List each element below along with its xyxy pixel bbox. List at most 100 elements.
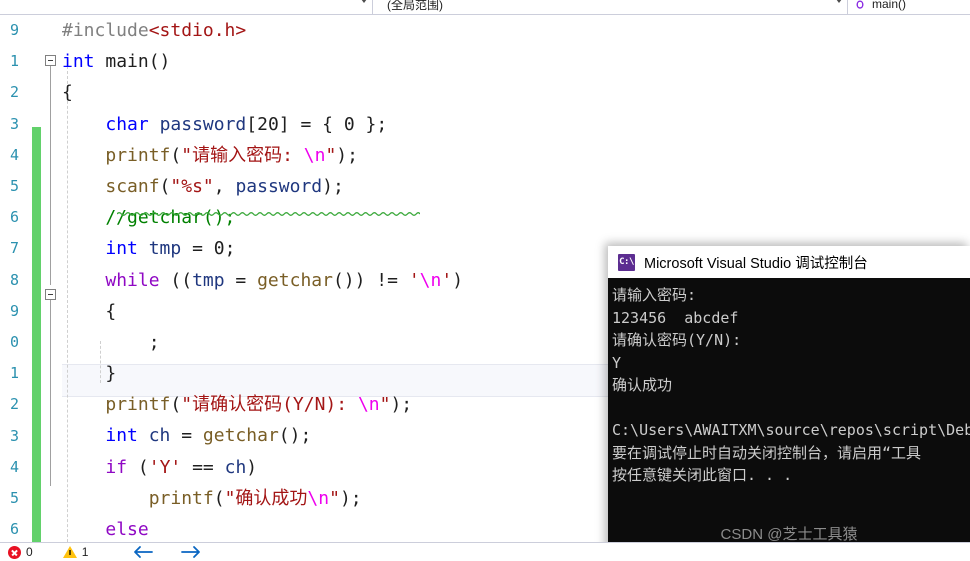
- line-number: 6: [9, 208, 19, 227]
- outline-rail-inner: [50, 296, 51, 486]
- outline-rail-outer: [50, 61, 51, 285]
- code-token: <stdio.h>: [148, 20, 247, 41]
- chevron-down-icon: [836, 0, 842, 3]
- arrow-right-icon[interactable]: [180, 545, 202, 559]
- console-title: Microsoft Visual Studio 调试控制台: [644, 255, 868, 272]
- console-output-line: 123456 abcdef: [612, 308, 739, 327]
- member-selector-label: main(): [872, 0, 907, 11]
- editor-navigation-bar: (全局范围) main(): [0, 0, 970, 15]
- code-token: "确认成功: [224, 487, 308, 509]
- line-number: 5: [9, 177, 19, 195]
- console-output-line: C:\Users\AWAITXM\source\repos\script\Deb…: [612, 421, 970, 439]
- code-token: 20: [257, 113, 279, 135]
- code-token: printf: [105, 144, 171, 166]
- code-token: ): [246, 456, 258, 478]
- code-line: scanf("%s", password);: [62, 171, 970, 202]
- code-token: int: [105, 425, 138, 447]
- code-token: (): [148, 51, 171, 73]
- code-token: tmp: [192, 269, 225, 291]
- code-token: getchar: [202, 425, 279, 447]
- code-token: while: [105, 269, 160, 291]
- code-token: 0: [343, 113, 355, 135]
- code-token: =: [181, 238, 214, 260]
- code-token: ": [325, 144, 337, 166]
- line-number: 1: [9, 364, 19, 383]
- code-token: ;: [224, 238, 236, 260]
- code-line: char password[20] = { 0 };: [62, 109, 970, 140]
- code-token: \n: [419, 269, 442, 291]
- code-token: ] = {: [278, 113, 344, 135]
- code-token: {: [62, 82, 73, 104]
- unsaved-change-indicator: [32, 127, 41, 542]
- line-number: 2: [9, 395, 19, 414]
- code-token: }: [62, 363, 117, 385]
- collapse-toggle-main[interactable]: [45, 55, 56, 66]
- console-icon-text: C:\: [619, 256, 634, 267]
- code-token: tmp: [148, 238, 182, 260]
- line-number: 0: [9, 333, 19, 351]
- line-number: 3: [9, 426, 19, 445]
- warning-count-item[interactable]: 1: [62, 543, 88, 561]
- code-token: ": [329, 487, 340, 509]
- code-token: {: [62, 300, 117, 322]
- code-token: ((: [159, 269, 193, 291]
- code-token: };: [354, 113, 388, 135]
- code-token: ==: [181, 456, 225, 478]
- console-title-bar: C:\ Microsoft Visual Studio 调试控制台: [608, 246, 970, 278]
- project-selector-dropdown[interactable]: [0, 0, 373, 14]
- status-bar: 0 1: [0, 542, 970, 561]
- code-token: #include: [62, 20, 149, 41]
- debug-console-window[interactable]: C:\ Microsoft Visual Studio 调试控制台 请输入密码:…: [608, 246, 970, 560]
- code-token: printf: [105, 394, 171, 416]
- chevron-down-icon: [361, 0, 367, 3]
- warning-triangle-icon: [62, 546, 77, 558]
- code-token: (: [127, 456, 149, 478]
- console-output-line: 确认成功: [612, 376, 673, 394]
- line-number: 9: [9, 21, 19, 39]
- console-output-line: 请确认密码(Y/N):: [612, 331, 742, 349]
- error-count-label: 0: [26, 545, 33, 559]
- method-icon: [854, 0, 866, 10]
- error-count-item[interactable]: 0: [8, 543, 33, 561]
- code-token: (: [159, 175, 171, 197]
- line-number: 1: [9, 52, 19, 71]
- code-line: #include<stdio.h>: [62, 15, 970, 46]
- line-number: 5: [9, 489, 19, 507]
- collapse-toggle-while[interactable]: [45, 289, 56, 300]
- code-line: //getchar();: [62, 202, 970, 233]
- line-number: 6: [9, 520, 19, 539]
- code-token: "请确认密码(Y/N):: [181, 394, 358, 416]
- code-token: ): [452, 269, 464, 291]
- code-token: 0: [213, 238, 225, 260]
- code-line: {: [62, 77, 970, 108]
- scope-selector-dropdown[interactable]: (全局范围): [373, 0, 848, 14]
- code-token: scanf: [105, 175, 160, 197]
- code-token: [: [246, 113, 258, 135]
- code-token: ()) !=: [332, 269, 409, 291]
- watermark-text: CSDN @芝士工具猿: [720, 526, 858, 543]
- member-selector-dropdown[interactable]: main(): [848, 0, 970, 14]
- arrow-left-icon[interactable]: [132, 545, 154, 559]
- code-token: );: [339, 487, 362, 509]
- error-circle-icon: [8, 545, 21, 559]
- error-squiggle-underline: [117, 212, 420, 216]
- line-number: 2: [9, 83, 19, 102]
- console-app-icon: C:\: [618, 253, 635, 271]
- code-token: ();: [278, 425, 312, 447]
- code-token: main: [94, 51, 149, 73]
- code-token: printf: [148, 487, 214, 509]
- line-number: 9: [9, 301, 19, 320]
- code-token: );: [336, 144, 358, 166]
- code-token: ': [441, 269, 453, 291]
- code-token: char: [105, 113, 149, 135]
